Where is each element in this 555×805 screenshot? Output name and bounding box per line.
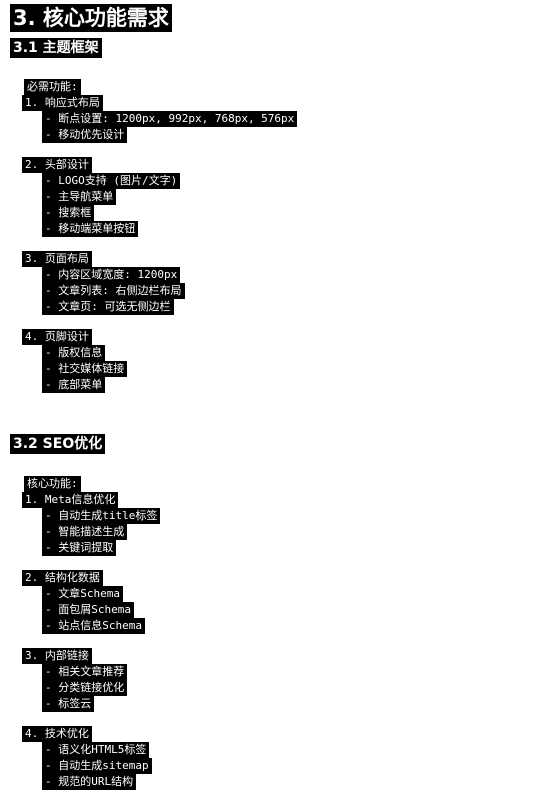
list-item: 4. 页脚设计 - 版权信息 - 社交媒体链接 - 底部菜单 <box>22 329 297 393</box>
list-item: 4. 技术优化 - 语义化HTML5标签 - 自动生成sitemap - 规范的… <box>22 726 160 790</box>
sub-item: - 移动端菜单按钮 <box>42 221 139 237</box>
sub-item: - 底部菜单 <box>42 377 106 393</box>
list-item: 3. 内部链接 - 相关文章推荐 - 分类链接优化 - 标签云 <box>22 648 160 712</box>
page-title: 3. 核心功能需求 <box>10 4 172 32</box>
sub-item: - 关键词提取 <box>42 540 117 556</box>
section-body-seo: 核心功能: 1. Meta信息优化 - 自动生成title标签 - 智能描述生成… <box>22 476 161 790</box>
group-title: 2. 结构化数据 <box>22 570 103 586</box>
section-body-theme: 必需功能: 1. 响应式布局 - 断点设置: 1200px, 992px, 76… <box>22 79 298 393</box>
sub-item: - 站点信息Schema <box>42 618 145 634</box>
sub-item: - 文章Schema <box>42 586 123 602</box>
sub-item: - 标签云 <box>42 696 95 712</box>
sub-item: - 文章列表: 右侧边栏布局 <box>42 283 185 299</box>
section-heading-theme: 3.1 主题框架 <box>10 38 102 58</box>
group-title: 4. 技术优化 <box>22 726 92 742</box>
group-title: 4. 页脚设计 <box>22 329 92 345</box>
sub-item: - 自动生成sitemap <box>42 758 152 774</box>
sub-item: - 搜索框 <box>42 205 95 221</box>
group-title: 2. 头部设计 <box>22 157 92 173</box>
sub-item: - 社交媒体链接 <box>42 361 128 377</box>
sub-item: - 主导航菜单 <box>42 189 117 205</box>
list-item: 3. 页面布局 - 内容区域宽度: 1200px - 文章列表: 右侧边栏布局 … <box>22 251 297 315</box>
sub-item: - 自动生成title标签 <box>42 508 161 524</box>
group-title: 1. 响应式布局 <box>22 95 103 111</box>
list-item: 2. 结构化数据 - 文章Schema - 面包屑Schema - 站点信息Sc… <box>22 570 160 634</box>
group-title: 3. 内部链接 <box>22 648 92 664</box>
sub-item: - 面包屑Schema <box>42 602 134 618</box>
group-title: 1. Meta信息优化 <box>22 492 119 508</box>
sub-item: - 智能描述生成 <box>42 524 128 540</box>
sub-item: - 文章页: 可选无侧边栏 <box>42 299 174 315</box>
sub-item: - 规范的URL结构 <box>42 774 137 790</box>
sub-item: - 语义化HTML5标签 <box>42 742 150 758</box>
sub-item: - 断点设置: 1200px, 992px, 768px, 576px <box>42 111 298 127</box>
sub-item: - 移动优先设计 <box>42 127 128 143</box>
intro-label: 核心功能: <box>24 476 81 492</box>
group-title: 3. 页面布局 <box>22 251 92 267</box>
sub-item: - 相关文章推荐 <box>42 664 128 680</box>
list-item: 1. Meta信息优化 - 自动生成title标签 - 智能描述生成 - 关键词… <box>22 492 161 556</box>
list-item: 2. 头部设计 - LOGO支持 (图片/文字) - 主导航菜单 - 搜索框 -… <box>22 157 297 237</box>
sub-item: - 分类链接优化 <box>42 680 128 696</box>
sub-item: - 版权信息 <box>42 345 106 361</box>
sub-item: - LOGO支持 (图片/文字) <box>42 173 181 189</box>
intro-label: 必需功能: <box>24 79 81 95</box>
section-heading-seo: 3.2 SEO优化 <box>10 434 106 454</box>
sub-item: - 内容区域宽度: 1200px <box>42 267 181 283</box>
list-item: 1. 响应式布局 - 断点设置: 1200px, 992px, 768px, 5… <box>22 95 298 143</box>
